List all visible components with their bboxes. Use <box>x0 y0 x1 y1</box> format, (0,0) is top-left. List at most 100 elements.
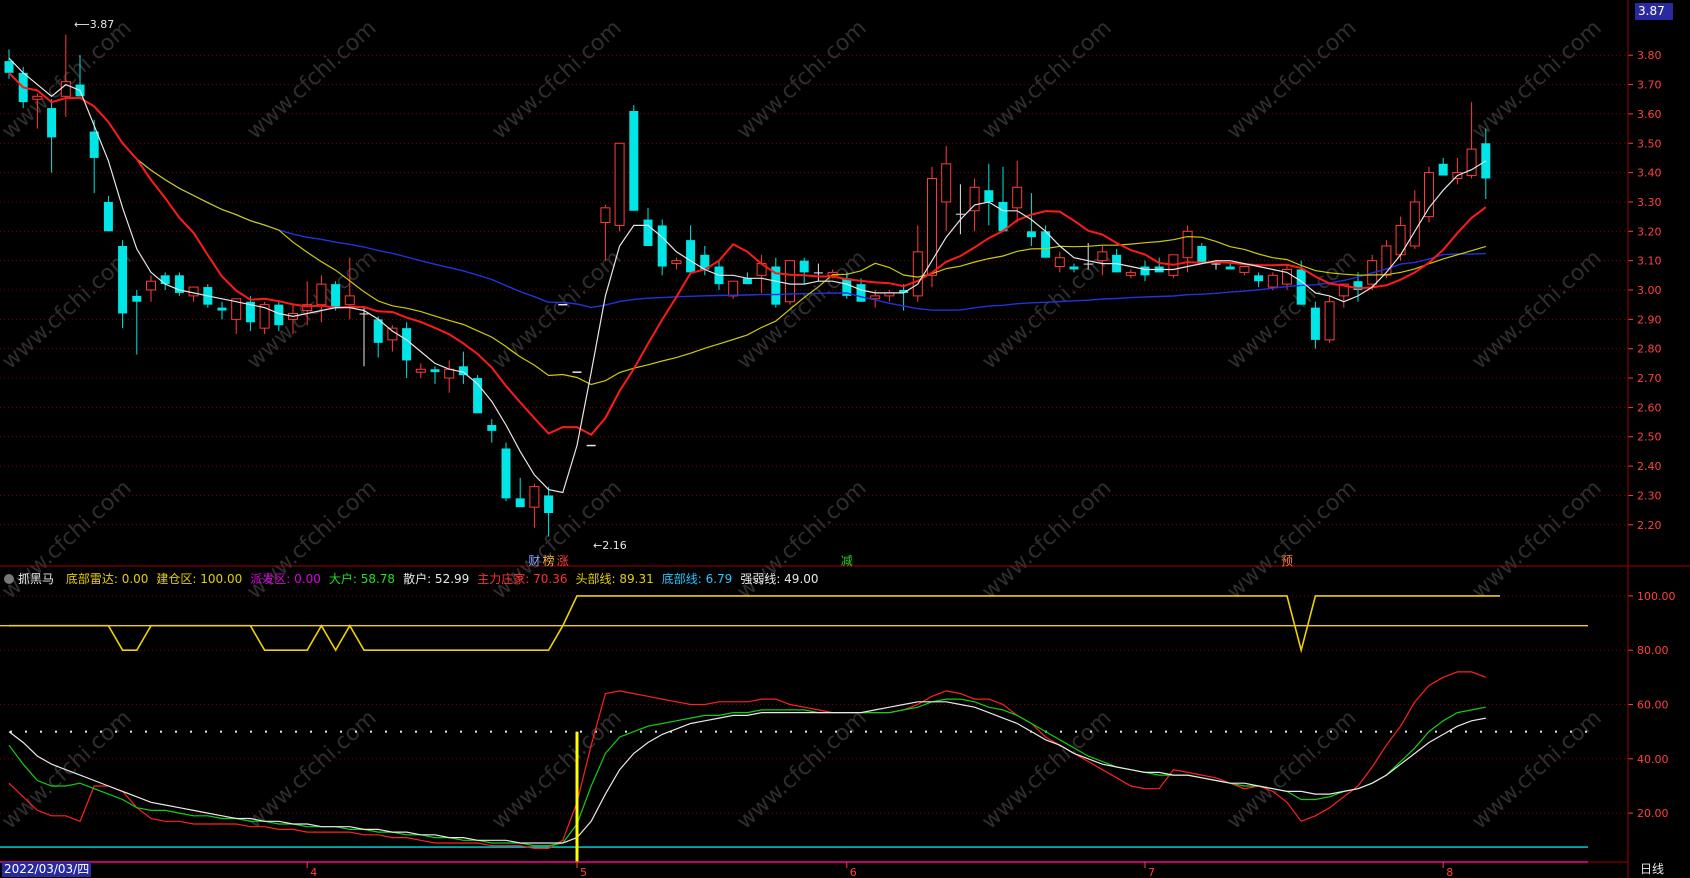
candle-up <box>912 251 923 297</box>
candle-down <box>274 304 284 326</box>
indicator-legend: 抓黑马 底部雷达: 0.00 建仓区: 100.00 派发区: 0.00 大户: 58… <box>4 570 819 588</box>
candle-down <box>1211 263 1221 265</box>
strength-dot <box>805 730 807 733</box>
candle-down <box>515 498 525 508</box>
strength-dot <box>1420 730 1422 733</box>
strength-dot <box>160 730 162 733</box>
candle-down <box>544 495 554 514</box>
candle-down <box>1197 245 1207 264</box>
strength-dot <box>715 730 717 733</box>
candle-up <box>941 163 952 203</box>
legend-item: 建仓区: 100.00 <box>156 572 243 586</box>
candle-up <box>60 81 71 97</box>
strength-dot <box>1540 730 1542 733</box>
strength-dot <box>355 730 357 733</box>
strength-dot <box>415 730 417 733</box>
candle-down <box>1310 307 1320 340</box>
strength-dot <box>520 730 522 733</box>
strength-dot <box>955 730 957 733</box>
strength-dot <box>1195 730 1197 733</box>
candle-down <box>1296 269 1306 305</box>
strength-dot <box>1525 730 1527 733</box>
candle-up <box>785 260 795 303</box>
event-marker[interactable]: 预 <box>1281 552 1293 569</box>
legend-item: 强弱线: 49.00 <box>740 572 819 586</box>
strength-dot <box>250 730 252 733</box>
stock-chart-canvas[interactable]: www.cfchi.com www.cfchi.com www.cfchi.com w… <box>0 0 1690 878</box>
strength-dot <box>1570 730 1572 733</box>
strength-dot <box>1345 730 1347 733</box>
candle-down <box>217 307 227 311</box>
candle-down <box>4 61 14 73</box>
legend-toggle-icon[interactable] <box>4 574 14 584</box>
strength-dot <box>1090 730 1092 733</box>
strength-dot <box>115 730 117 733</box>
event-marker[interactable]: 榜 <box>543 552 555 569</box>
strength-dot <box>1180 730 1182 733</box>
candle-down <box>799 260 809 273</box>
strength-dot <box>1390 730 1392 733</box>
strength-dot <box>1000 730 1002 733</box>
y-tick-label: 20.00 <box>1637 807 1669 820</box>
event-marker[interactable]: 减 <box>841 552 853 569</box>
strength-dot <box>1435 730 1437 733</box>
candle-up <box>444 368 455 379</box>
strength-dot <box>295 730 297 733</box>
signal-bar <box>575 731 579 862</box>
candle-down <box>89 131 99 158</box>
strength-dot <box>475 730 477 733</box>
x-tick-label: 7 <box>1148 866 1155 878</box>
event-marker[interactable]: 涨 <box>557 552 569 569</box>
candle-down <box>118 245 128 314</box>
strength-dot <box>280 730 282 733</box>
strength-dot <box>1075 730 1077 733</box>
candle-up <box>529 486 540 508</box>
legend-item: 头部线: 89.31 <box>575 572 654 586</box>
y-tick-label: 3.40 <box>1637 167 1662 180</box>
strength-dot <box>1240 730 1242 733</box>
candle-up <box>1267 274 1278 288</box>
strength-dot <box>850 730 852 733</box>
date-readout: 2022/03/03/四 <box>2 862 92 877</box>
candle-down <box>373 319 383 343</box>
candle-down <box>1438 163 1448 176</box>
candle-up <box>387 327 398 341</box>
candle-down <box>629 110 639 211</box>
strength-dot <box>55 730 57 733</box>
candle-down <box>331 284 341 308</box>
candle-down <box>955 213 965 215</box>
strength-dot <box>580 730 582 733</box>
x-tick-label: 5 <box>580 866 587 878</box>
candle-down <box>487 425 497 431</box>
y-tick-label: 3.80 <box>1637 49 1662 62</box>
strength-dot <box>430 730 432 733</box>
event-marker[interactable]: 财 <box>528 552 540 569</box>
strength-dot <box>910 730 912 733</box>
candle-up <box>316 283 327 306</box>
candle-up <box>1324 301 1335 341</box>
strength-dot <box>400 730 402 733</box>
x-tick-label: 4 <box>310 866 317 878</box>
candle-up <box>32 95 43 100</box>
strength-dot <box>1465 730 1467 733</box>
y-tick-label: 2.80 <box>1637 343 1662 356</box>
y-tick-label: 3.10 <box>1637 255 1662 268</box>
legend-item: 底部线: 6.79 <box>661 572 733 586</box>
period-label[interactable]: 日线 <box>1640 862 1664 877</box>
strength-dot <box>985 730 987 733</box>
candle-down <box>1069 266 1079 270</box>
candle-down <box>1254 275 1264 282</box>
strength-dot <box>655 730 657 733</box>
legend-item: 派发区: 0.00 <box>250 572 321 586</box>
candle-down <box>813 272 823 274</box>
candle-down <box>359 313 369 315</box>
strength-dot <box>865 730 867 733</box>
indicator-title[interactable]: 抓黑马 <box>18 572 54 586</box>
candle-up <box>600 207 611 223</box>
strength-dot <box>370 730 372 733</box>
y-tick-label: 2.70 <box>1637 372 1662 385</box>
candle-down <box>402 328 412 361</box>
strength-dot <box>1225 730 1227 733</box>
candle-down <box>643 219 653 246</box>
strength-dot <box>175 730 177 733</box>
